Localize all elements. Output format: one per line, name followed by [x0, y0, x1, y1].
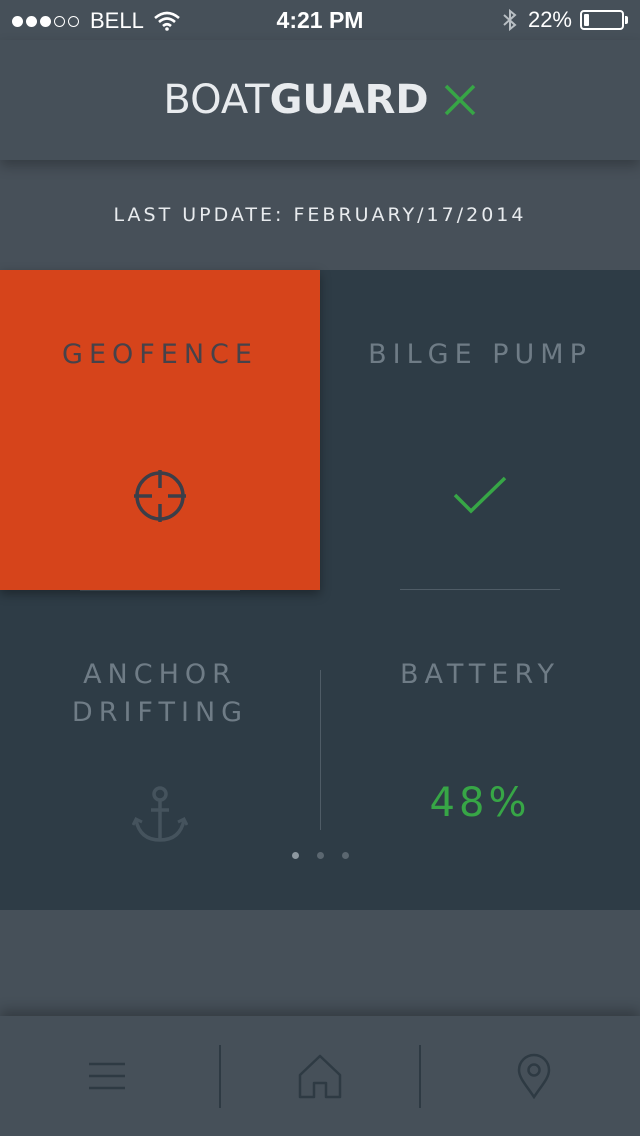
bilge-pump-tile[interactable]: BILGE PUMP: [320, 270, 640, 590]
anchor-drifting-tile[interactable]: ANCHOR DRIFTING: [0, 590, 320, 910]
tab-separator: [419, 1045, 421, 1108]
battery-tile[interactable]: BATTERY 48%: [320, 590, 640, 910]
app-logo: BOAT GUARD: [163, 77, 476, 123]
last-update-bar: LAST UPDATE: FEBRUARY/17/2014: [0, 160, 640, 270]
status-grid: GEOFENCE BILGE PUMP ANCHOR DRIFTING BATT…: [0, 270, 640, 910]
crosshair-icon: [134, 470, 186, 522]
brand-bold-text: GUARD: [269, 77, 429, 123]
last-update-text: LAST UPDATE: FEBRUARY/17/2014: [113, 204, 527, 226]
brand-light-text: BOAT: [163, 77, 270, 123]
anchor-label-line2: DRIFTING: [71, 697, 249, 728]
tab-menu[interactable]: [0, 1016, 213, 1136]
empty-panel: [0, 910, 640, 1016]
checkmark-icon: [453, 476, 507, 514]
tab-location[interactable]: [427, 1016, 640, 1136]
geofence-tile[interactable]: GEOFENCE: [0, 270, 320, 590]
location-pin-icon: [517, 1053, 550, 1099]
bilge-pump-label: BILGE PUMP: [368, 339, 592, 370]
battery-percent: 22%: [527, 7, 572, 32]
tile-divider: [80, 590, 240, 591]
battery-value: 48%: [429, 780, 531, 826]
tab-home[interactable]: [213, 1016, 426, 1136]
page-dot[interactable]: [316, 852, 324, 859]
status-right: 22%: [502, 7, 628, 33]
battery-level: [584, 14, 589, 26]
anchor-drifting-label: ANCHOR DRIFTING: [0, 656, 320, 732]
geofence-label: GEOFENCE: [62, 339, 258, 370]
battery-tip: [625, 16, 628, 24]
tab-bar: [0, 1016, 640, 1136]
x-icon: [444, 84, 475, 116]
page-dot[interactable]: [291, 852, 299, 859]
bluetooth-icon: [503, 8, 517, 32]
app-header: BOAT GUARD: [0, 40, 640, 160]
anchor-icon: [132, 786, 188, 842]
anchor-label-line1: ANCHOR: [83, 659, 237, 690]
battery-label: BATTERY: [400, 659, 560, 690]
page-indicator[interactable]: [0, 852, 640, 859]
page-dot[interactable]: [341, 852, 349, 859]
battery-icon: [580, 10, 624, 30]
menu-icon: [88, 1062, 125, 1090]
status-bar: BELL 4:21 PM 22%: [0, 0, 640, 40]
home-icon: [298, 1054, 341, 1099]
